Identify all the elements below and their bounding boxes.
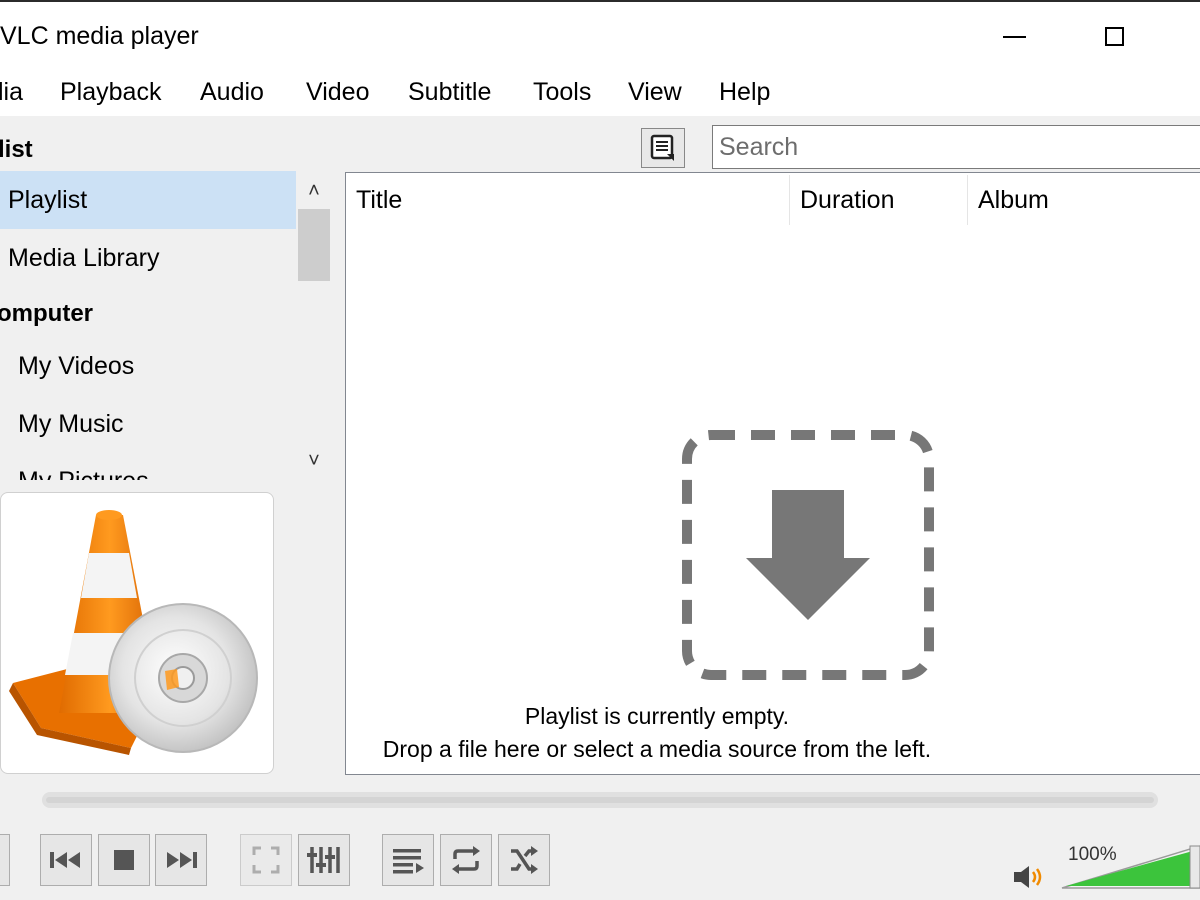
seek-track <box>46 797 1154 803</box>
drop-zone-icon <box>682 430 934 680</box>
next-button[interactable] <box>155 834 207 886</box>
shuffle-icon <box>511 846 538 874</box>
media-sources-sidebar: list Playlist Media Library omputer My V… <box>0 116 334 480</box>
empty-playlist-message: Playlist is currently empty. <box>524 703 790 729</box>
sidebar-item-label: My Music <box>18 410 124 438</box>
column-header-duration[interactable]: Duration <box>790 173 967 225</box>
sidebar-scrollbar[interactable]: ˄ ˅ <box>296 171 332 479</box>
minimize-icon <box>1002 36 1026 38</box>
album-art-panel <box>0 492 274 774</box>
previous-button[interactable] <box>40 834 92 886</box>
sidebar-item-playlist[interactable]: Playlist <box>0 171 296 229</box>
fullscreen-icon <box>252 846 280 874</box>
playlist-view[interactable]: Title Duration Album Playlist is current… <box>345 172 1200 775</box>
play-button[interactable] <box>0 834 10 886</box>
playlist-view-toggle-button[interactable] <box>641 128 685 168</box>
menu-tools[interactable]: Tools <box>533 78 591 107</box>
loop-button[interactable] <box>440 834 492 886</box>
title-bar: VLC media player <box>0 0 1200 70</box>
vlc-cone-logo-icon <box>9 510 258 755</box>
menu-playback[interactable]: Playback <box>60 78 161 107</box>
sidebar-header-playlist: list <box>0 136 33 163</box>
shuffle-button[interactable] <box>498 834 550 886</box>
sidebar-item-my-pictures[interactable]: My Pictures <box>0 452 296 480</box>
column-header-title[interactable]: Title <box>346 173 789 225</box>
sidebar-item-label: Media Library <box>8 244 160 272</box>
menu-subtitle[interactable]: Subtitle <box>408 78 491 107</box>
menu-view[interactable]: View <box>628 78 682 107</box>
playlist-icon <box>393 849 424 874</box>
sidebar-item-label: My Pictures <box>18 467 149 480</box>
search-input[interactable] <box>712 125 1200 169</box>
speaker-icon[interactable] <box>1012 862 1048 892</box>
minimize-button[interactable] <box>974 2 1054 70</box>
window-title: VLC media player <box>0 22 199 50</box>
menu-audio[interactable]: Audio <box>200 78 264 107</box>
sidebar-header-computer: omputer <box>0 300 93 327</box>
menu-video[interactable]: Video <box>306 78 370 107</box>
menu-help[interactable]: Help <box>719 78 770 107</box>
scroll-down-icon[interactable]: ˅ <box>296 449 332 473</box>
fullscreen-button[interactable] <box>240 834 292 886</box>
column-header-album[interactable]: Album <box>968 173 1200 225</box>
toggle-playlist-button[interactable] <box>382 834 434 886</box>
extended-settings-icon <box>307 847 340 873</box>
list-view-icon <box>650 134 674 161</box>
stop-icon <box>114 850 134 870</box>
scroll-up-icon[interactable]: ˄ <box>296 179 332 203</box>
sidebar-item-label: Playlist <box>8 186 88 214</box>
maximize-icon <box>1104 26 1124 46</box>
empty-playlist-hint: Drop a file here or select a media sourc… <box>382 736 932 762</box>
sidebar-item-label: My Videos <box>18 352 135 380</box>
next-icon <box>167 852 197 868</box>
sidebar-item-my-music[interactable]: My Music <box>0 395 296 453</box>
stop-button[interactable] <box>98 834 150 886</box>
seek-slider[interactable] <box>42 792 1158 808</box>
loop-icon <box>452 846 480 874</box>
menu-media[interactable]: lia <box>0 78 23 107</box>
menu-bar: lia Playback Audio Video Subtitle Tools … <box>0 70 1200 116</box>
scrollbar-thumb[interactable] <box>298 209 330 281</box>
sidebar-item-media-library[interactable]: Media Library <box>0 229 296 287</box>
previous-icon <box>50 852 80 868</box>
volume-percentage: 100% <box>1068 844 1117 865</box>
extended-settings-button[interactable] <box>298 834 350 886</box>
maximize-button[interactable] <box>1074 2 1154 70</box>
sidebar-item-my-videos[interactable]: My Videos <box>0 337 296 395</box>
